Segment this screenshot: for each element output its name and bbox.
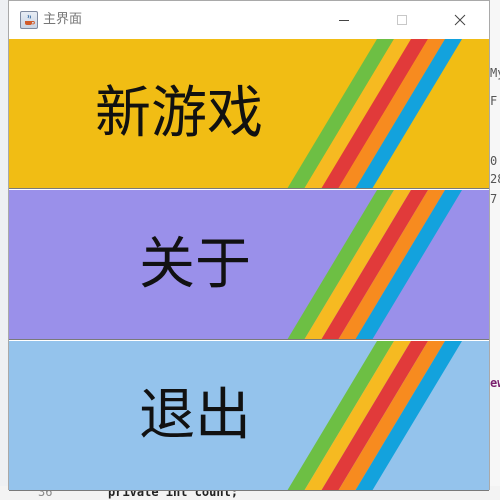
background-code-fragment: 28 <box>490 172 500 186</box>
java-app-icon <box>20 11 38 29</box>
background-code-fragment: My <box>490 66 500 80</box>
maximize-icon <box>397 14 407 25</box>
close-button[interactable] <box>437 1 483 38</box>
background-editor-left <box>0 0 8 500</box>
about-button[interactable]: 关于 <box>9 190 489 340</box>
main-window: 主界面 新游戏 关于 退出 <box>8 0 490 491</box>
background-code-fragment: F <box>490 94 498 108</box>
background-code-fragment: 7 <box>490 192 498 206</box>
background-code-fragment: ew <box>490 376 500 390</box>
maximize-button[interactable] <box>379 1 425 38</box>
window-title: 主界面 <box>43 12 83 27</box>
background-editor-right: My F 0 28 7 ew <box>490 0 500 500</box>
background-code-fragment: 0 <box>490 154 498 168</box>
close-icon <box>454 14 466 25</box>
minimize-icon <box>339 19 349 21</box>
title-bar[interactable]: 主界面 <box>9 1 489 38</box>
exit-label: 退出 <box>139 383 251 448</box>
new-game-button[interactable]: 新游戏 <box>9 39 489 189</box>
minimize-button[interactable] <box>321 1 367 38</box>
new-game-label: 新游戏 <box>95 81 263 146</box>
exit-button[interactable]: 退出 <box>9 341 489 491</box>
about-label: 关于 <box>139 232 251 297</box>
